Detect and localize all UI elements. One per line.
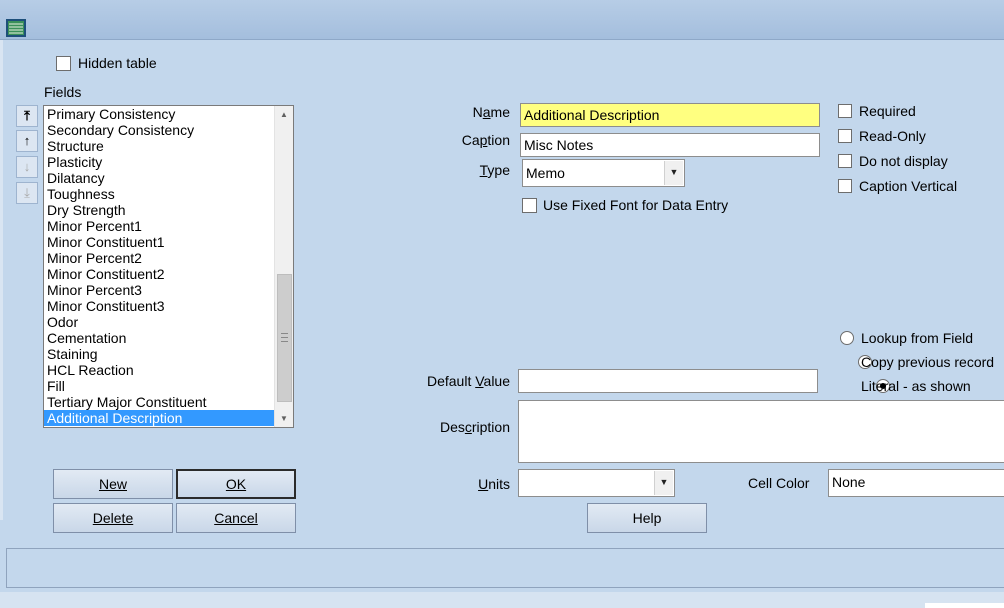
- default-value-field[interactable]: [518, 369, 818, 393]
- fields-listbox[interactable]: Primary Consistency Secondary Consistency…: [43, 105, 294, 428]
- caption-label-post: tion: [487, 132, 510, 148]
- list-item[interactable]: Minor Constituent1: [44, 234, 274, 250]
- list-item[interactable]: Toughness: [44, 186, 274, 202]
- lookup-from-field-label: Lookup from Field: [861, 330, 974, 346]
- type-select[interactable]: Memo ▼: [522, 159, 685, 187]
- list-item[interactable]: Cementation: [44, 330, 274, 346]
- move-to-top-button[interactable]: ⤒: [16, 105, 38, 127]
- caption-label: Caption: [420, 132, 510, 148]
- name-field[interactable]: Additional Description: [520, 103, 820, 127]
- scroll-grip-icon: [281, 333, 288, 342]
- ok-button[interactable]: OK: [176, 469, 296, 499]
- description-field[interactable]: [518, 400, 1004, 463]
- move-up-button[interactable]: ↑: [16, 130, 38, 152]
- name-label: Name: [420, 104, 510, 120]
- list-item[interactable]: Dry Strength: [44, 202, 274, 218]
- list-item[interactable]: Secondary Consistency: [44, 122, 274, 138]
- caption-vertical-label: Caption Vertical: [859, 178, 958, 194]
- units-select[interactable]: ▼: [518, 469, 675, 497]
- list-item[interactable]: Dilatancy: [44, 170, 274, 186]
- list-item[interactable]: Minor Constituent2: [44, 266, 274, 282]
- name-label-post: me: [490, 104, 510, 120]
- default-label-accel: V: [475, 373, 484, 389]
- list-item[interactable]: Minor Percent1: [44, 218, 274, 234]
- default-label-pre: Default: [426, 373, 476, 389]
- arrow-down-bar-icon: ⤓: [24, 185, 30, 200]
- copy-previous-label: Copy previous record: [861, 354, 995, 370]
- type-value: Memo: [526, 165, 565, 181]
- chevron-down-icon[interactable]: ▼: [664, 161, 683, 185]
- description-label-post: ription: [471, 419, 510, 435]
- new-button[interactable]: New: [53, 469, 173, 499]
- default-label-post: alue: [483, 373, 510, 389]
- scroll-up-icon[interactable]: ▲: [280, 110, 288, 119]
- arrow-down-icon: ↓: [23, 159, 31, 174]
- units-label: Units: [430, 476, 510, 492]
- fields-label: Fields: [44, 84, 82, 100]
- fixed-font-checkbox[interactable]: [522, 198, 537, 213]
- list-item[interactable]: Minor Percent2: [44, 250, 274, 266]
- do-not-display-label: Do not display: [859, 153, 948, 169]
- fields-scrollbar[interactable]: ▲ ▼: [274, 106, 293, 427]
- hidden-table-checkbox[interactable]: [56, 56, 71, 71]
- fixed-font-label: Use Fixed Font for Data Entry: [543, 197, 729, 213]
- literal-label: Literal - as shown: [861, 378, 971, 394]
- cell-color-label: Cell Color: [748, 475, 810, 491]
- bottom-edge: [0, 592, 1004, 608]
- do-not-display-checkbox[interactable]: [838, 154, 852, 168]
- read-only-label: Read-Only: [859, 128, 926, 144]
- description-label-accel: c: [464, 419, 472, 435]
- list-item[interactable]: Plasticity: [44, 154, 274, 170]
- delete-button[interactable]: Delete: [53, 503, 173, 533]
- units-label-post: nits: [488, 476, 510, 492]
- scroll-thumb[interactable]: [277, 274, 292, 402]
- list-item[interactable]: Odor: [44, 314, 274, 330]
- name-label-pre: N: [472, 104, 483, 120]
- list-item[interactable]: Staining: [44, 346, 274, 362]
- description-label: Description: [400, 419, 510, 435]
- cell-color-field[interactable]: None: [828, 469, 1004, 497]
- list-item[interactable]: HCL Reaction: [44, 362, 274, 378]
- type-label-post: ype: [487, 162, 510, 178]
- caption-field[interactable]: Misc Notes: [520, 133, 820, 157]
- move-down-button[interactable]: ↓: [16, 156, 38, 178]
- list-item[interactable]: Minor Percent3: [44, 282, 274, 298]
- app-icon: [6, 19, 26, 37]
- hidden-table-label: Hidden table: [78, 55, 157, 71]
- list-item[interactable]: Minor Constituent3: [44, 298, 274, 314]
- bottom-corner: [925, 603, 1004, 608]
- read-only-checkbox[interactable]: [838, 129, 852, 143]
- units-label-accel: U: [478, 476, 489, 492]
- arrow-up-bar-icon: ⤒: [24, 108, 30, 123]
- chevron-down-icon[interactable]: ▼: [654, 471, 673, 495]
- list-item[interactable]: Fill: [44, 378, 274, 394]
- list-item[interactable]: Additional Description: [44, 410, 274, 426]
- list-item[interactable]: Structure: [44, 138, 274, 154]
- description-label-pre: Des: [439, 419, 465, 435]
- status-bar: [6, 548, 1004, 588]
- cancel-button[interactable]: Cancel: [176, 503, 296, 533]
- required-checkbox[interactable]: [838, 104, 852, 118]
- list-item[interactable]: Primary Consistency: [44, 106, 274, 122]
- default-value-label: Default Value: [400, 373, 510, 389]
- list-item[interactable]: Tertiary Major Constituent: [44, 394, 274, 410]
- type-label: Type: [420, 162, 510, 178]
- move-to-bottom-button[interactable]: ⤓: [16, 182, 38, 204]
- name-label-accel: a: [482, 104, 491, 120]
- fields-list: Primary Consistency Secondary Consistency…: [44, 106, 274, 426]
- caption-vertical-checkbox[interactable]: [838, 179, 852, 193]
- help-button[interactable]: Help: [587, 503, 707, 533]
- caption-label-pre: Ca: [461, 132, 480, 148]
- left-edge: [0, 40, 3, 520]
- scroll-down-icon[interactable]: ▼: [280, 414, 288, 423]
- required-label: Required: [859, 103, 916, 119]
- arrow-up-icon: ↑: [23, 133, 31, 148]
- lookup-from-field-radio[interactable]: [840, 331, 854, 345]
- title-bar: [0, 0, 1004, 40]
